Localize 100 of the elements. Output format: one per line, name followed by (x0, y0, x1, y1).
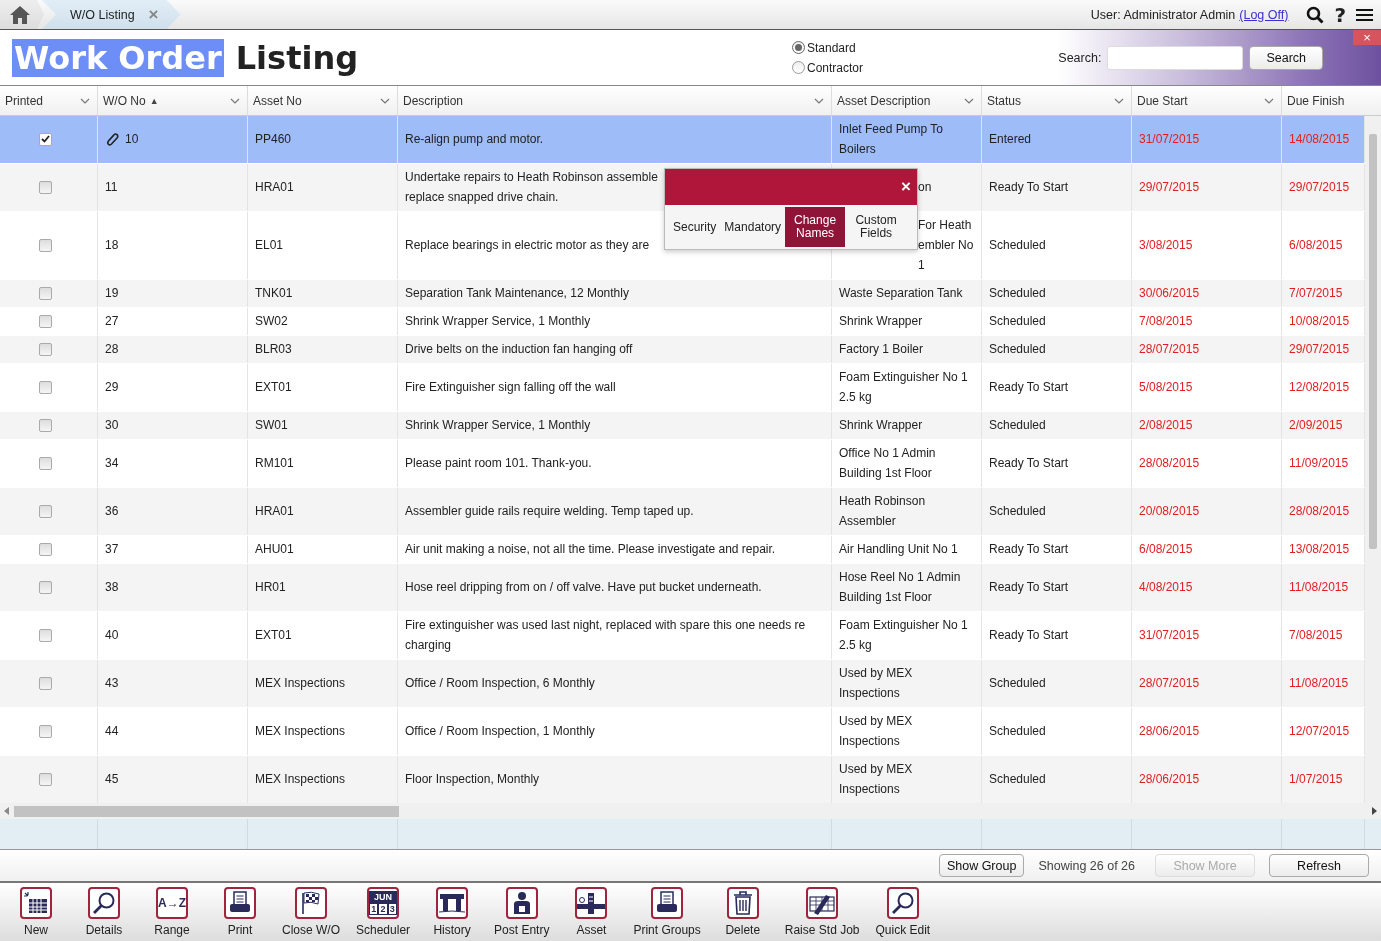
column-header[interactable]: Printed (0, 86, 98, 115)
table-row[interactable]: 43 MEX Inspections Office / Room Inspection, 6 Monthly Used by MEX Inspections Scheduled 28/07/2015 11/08/2015 (0, 660, 1365, 708)
table-cell-text: For Heath embler No 1 (918, 217, 975, 274)
toolbar-button[interactable]: New (4, 887, 68, 937)
table-row[interactable]: 28 BLR03 Drive belts on the induction fan hanging off Factory 1 Boiler Scheduled 28/07/2015 29/07/2015 (0, 336, 1365, 364)
table-cell-text: 38 (105, 579, 119, 596)
checkbox[interactable] (38, 542, 52, 556)
table-row[interactable]: 10 PP460 Re-align pump and motor. Inlet Feed Pump To Boilers Entered 31/07/2015 14/08/2015 (0, 116, 1365, 164)
toolbar-button[interactable]: Details (72, 887, 136, 937)
table-cell-text: Re-align pump and motor. (405, 131, 544, 148)
chevron-down-icon[interactable] (1264, 97, 1274, 104)
checkbox[interactable] (38, 380, 52, 394)
column-header[interactable]: Asset Description (832, 86, 982, 115)
table-cell-text: Drive belts on the induction fan hanging off (405, 341, 633, 358)
checkbox[interactable] (38, 580, 52, 594)
checkbox[interactable] (38, 314, 52, 328)
record-count: Showing 26 of 26 (1038, 858, 1135, 873)
column-title: Status (987, 93, 1022, 108)
table-cell-text: Shrink Wrapper (839, 313, 923, 330)
scroll-left-icon[interactable] (4, 807, 10, 815)
table-row[interactable]: 19 TNK01 Separation Tank Maintenance, 12 Monthly Waste Separation Tank Scheduled 30/06/2015 7/07/2015 (0, 280, 1365, 308)
chevron-down-icon[interactable] (1114, 97, 1124, 104)
printer-icon (228, 891, 252, 915)
search-field[interactable] (1107, 45, 1244, 70)
toolbar-button[interactable]: Quick Edit (869, 887, 937, 937)
page-title: Listing (235, 38, 359, 77)
checkbox[interactable] (38, 456, 52, 470)
table-cell-text: 30/06/2015 (1139, 285, 1200, 302)
chevron-down-icon[interactable] (80, 97, 90, 104)
checkbox[interactable] (38, 676, 52, 690)
chevron-down-icon[interactable] (380, 97, 390, 104)
column-header[interactable]: W/O No ▲ (98, 86, 248, 115)
table-row[interactable]: 36 HRA01 Assembler guide rails require welding. Temp taped up. Heath Robinson Assembler Scheduled 20/08/2015 28/08/2015 (0, 488, 1365, 536)
table-cell-text: MEX Inspections (255, 723, 346, 740)
checkbox[interactable] (38, 180, 52, 194)
tab[interactable]: W/O Listing × (42, 0, 181, 29)
close-button[interactable]: × (895, 177, 917, 197)
checkbox[interactable] (38, 724, 52, 738)
search-icon[interactable] (1306, 5, 1325, 24)
radio-button[interactable] (792, 61, 805, 74)
toolbar-button[interactable]: History (420, 887, 485, 937)
checkbox[interactable] (38, 342, 52, 356)
checkbox[interactable] (38, 286, 52, 300)
checkbox[interactable] (38, 772, 52, 786)
table-cell-text: Used by MEX Inspections (839, 713, 914, 750)
table-row[interactable]: 38 HR01 Hose reel dripping from on / off valve. Have put bucket underneath. Hose Reel No 1 Admin Building 1st Floor Ready To Start 4/08/2015 11/08/2015 (0, 564, 1365, 612)
toolbar-button[interactable]: Delete (710, 887, 775, 937)
radio-label[interactable]: Contractor (807, 60, 864, 75)
refresh-button[interactable]: Refresh (1269, 854, 1369, 877)
column-header[interactable]: Asset No (248, 86, 398, 115)
column-header[interactable]: Status (982, 86, 1132, 115)
printer-icon (655, 891, 680, 915)
table-cell-text: Factory 1 Boiler (839, 341, 924, 358)
checkbox[interactable] (38, 132, 52, 146)
vertical-scrollbar[interactable] (1365, 116, 1381, 803)
column-header[interactable]: Due Start (1132, 86, 1282, 115)
checkbox[interactable] (38, 418, 52, 432)
table-icon (439, 892, 466, 914)
table-cell-text: Hose Reel No 1 Admin Building 1st Floor (839, 569, 962, 606)
table-row[interactable]: 30 SW01 Shrink Wrapper Service, 1 Monthly Shrink Wrapper Scheduled 2/08/2015 2/09/2015 (0, 412, 1365, 440)
table-cell-text: 14/08/2015 (1289, 131, 1350, 148)
close-button[interactable]: × (1353, 30, 1381, 45)
table-cell-text: 11 (105, 179, 118, 196)
show-group-button[interactable]: Show Group (938, 854, 1025, 877)
toolbar-button[interactable]: Print (208, 887, 272, 937)
table-cell-text: Ready To Start (989, 541, 1069, 558)
table-cell-text: Waste Separation Tank (839, 285, 963, 302)
chevron-down-icon[interactable] (230, 97, 240, 104)
table-cell-text: Scheduled (989, 237, 1046, 254)
toolbar-button[interactable]: Post Entry (488, 887, 556, 937)
log-off-link[interactable]: (Log Off) (1239, 7, 1289, 22)
home-button[interactable] (0, 0, 44, 29)
scroll-right-icon[interactable] (1371, 807, 1377, 815)
chevron-down-icon[interactable] (964, 97, 974, 104)
table-cell-text: 2/09/2015 (1289, 417, 1343, 434)
horizontal-scrollbar[interactable] (0, 803, 1381, 819)
table-cell-text: EXT01 (255, 379, 292, 396)
column-header[interactable]: Description (398, 86, 832, 115)
chevron-down-icon[interactable] (814, 97, 824, 104)
tab[interactable]: Change Names (785, 207, 846, 247)
checkbox[interactable] (38, 504, 52, 518)
radio-label[interactable]: Standard (807, 40, 856, 55)
menu-icon[interactable] (1356, 7, 1373, 22)
paperclip-icon[interactable] (105, 131, 119, 147)
toolbar-button[interactable]: Asset (559, 887, 624, 937)
help-button[interactable]: ? (1334, 2, 1346, 27)
toolbar-button[interactable]: JUN 1 2 3 Scheduler (350, 887, 417, 937)
toolbar-button[interactable]: Close W/O (276, 887, 346, 937)
checkbox[interactable] (38, 628, 52, 642)
checkbox[interactable] (38, 238, 52, 252)
table-row[interactable]: 45 MEX Inspections Floor Inspection, Monthly Used by MEX Inspections Scheduled 28/06/2015 1/07/2015 (0, 756, 1365, 803)
toolbar-button[interactable]: Raise Std Job (778, 887, 866, 937)
toolbar-button[interactable]: A→Z Range (140, 887, 204, 937)
search-button[interactable]: Search (1249, 45, 1323, 70)
toolbar-button[interactable]: Print Groups (627, 887, 707, 937)
table-cell-text: 27 (105, 313, 119, 330)
table-cell-text: 4/08/2015 (1139, 579, 1193, 596)
pipe-icon (577, 891, 606, 915)
radio-button[interactable] (792, 41, 805, 54)
column-header[interactable]: Due Finish (1282, 86, 1365, 115)
